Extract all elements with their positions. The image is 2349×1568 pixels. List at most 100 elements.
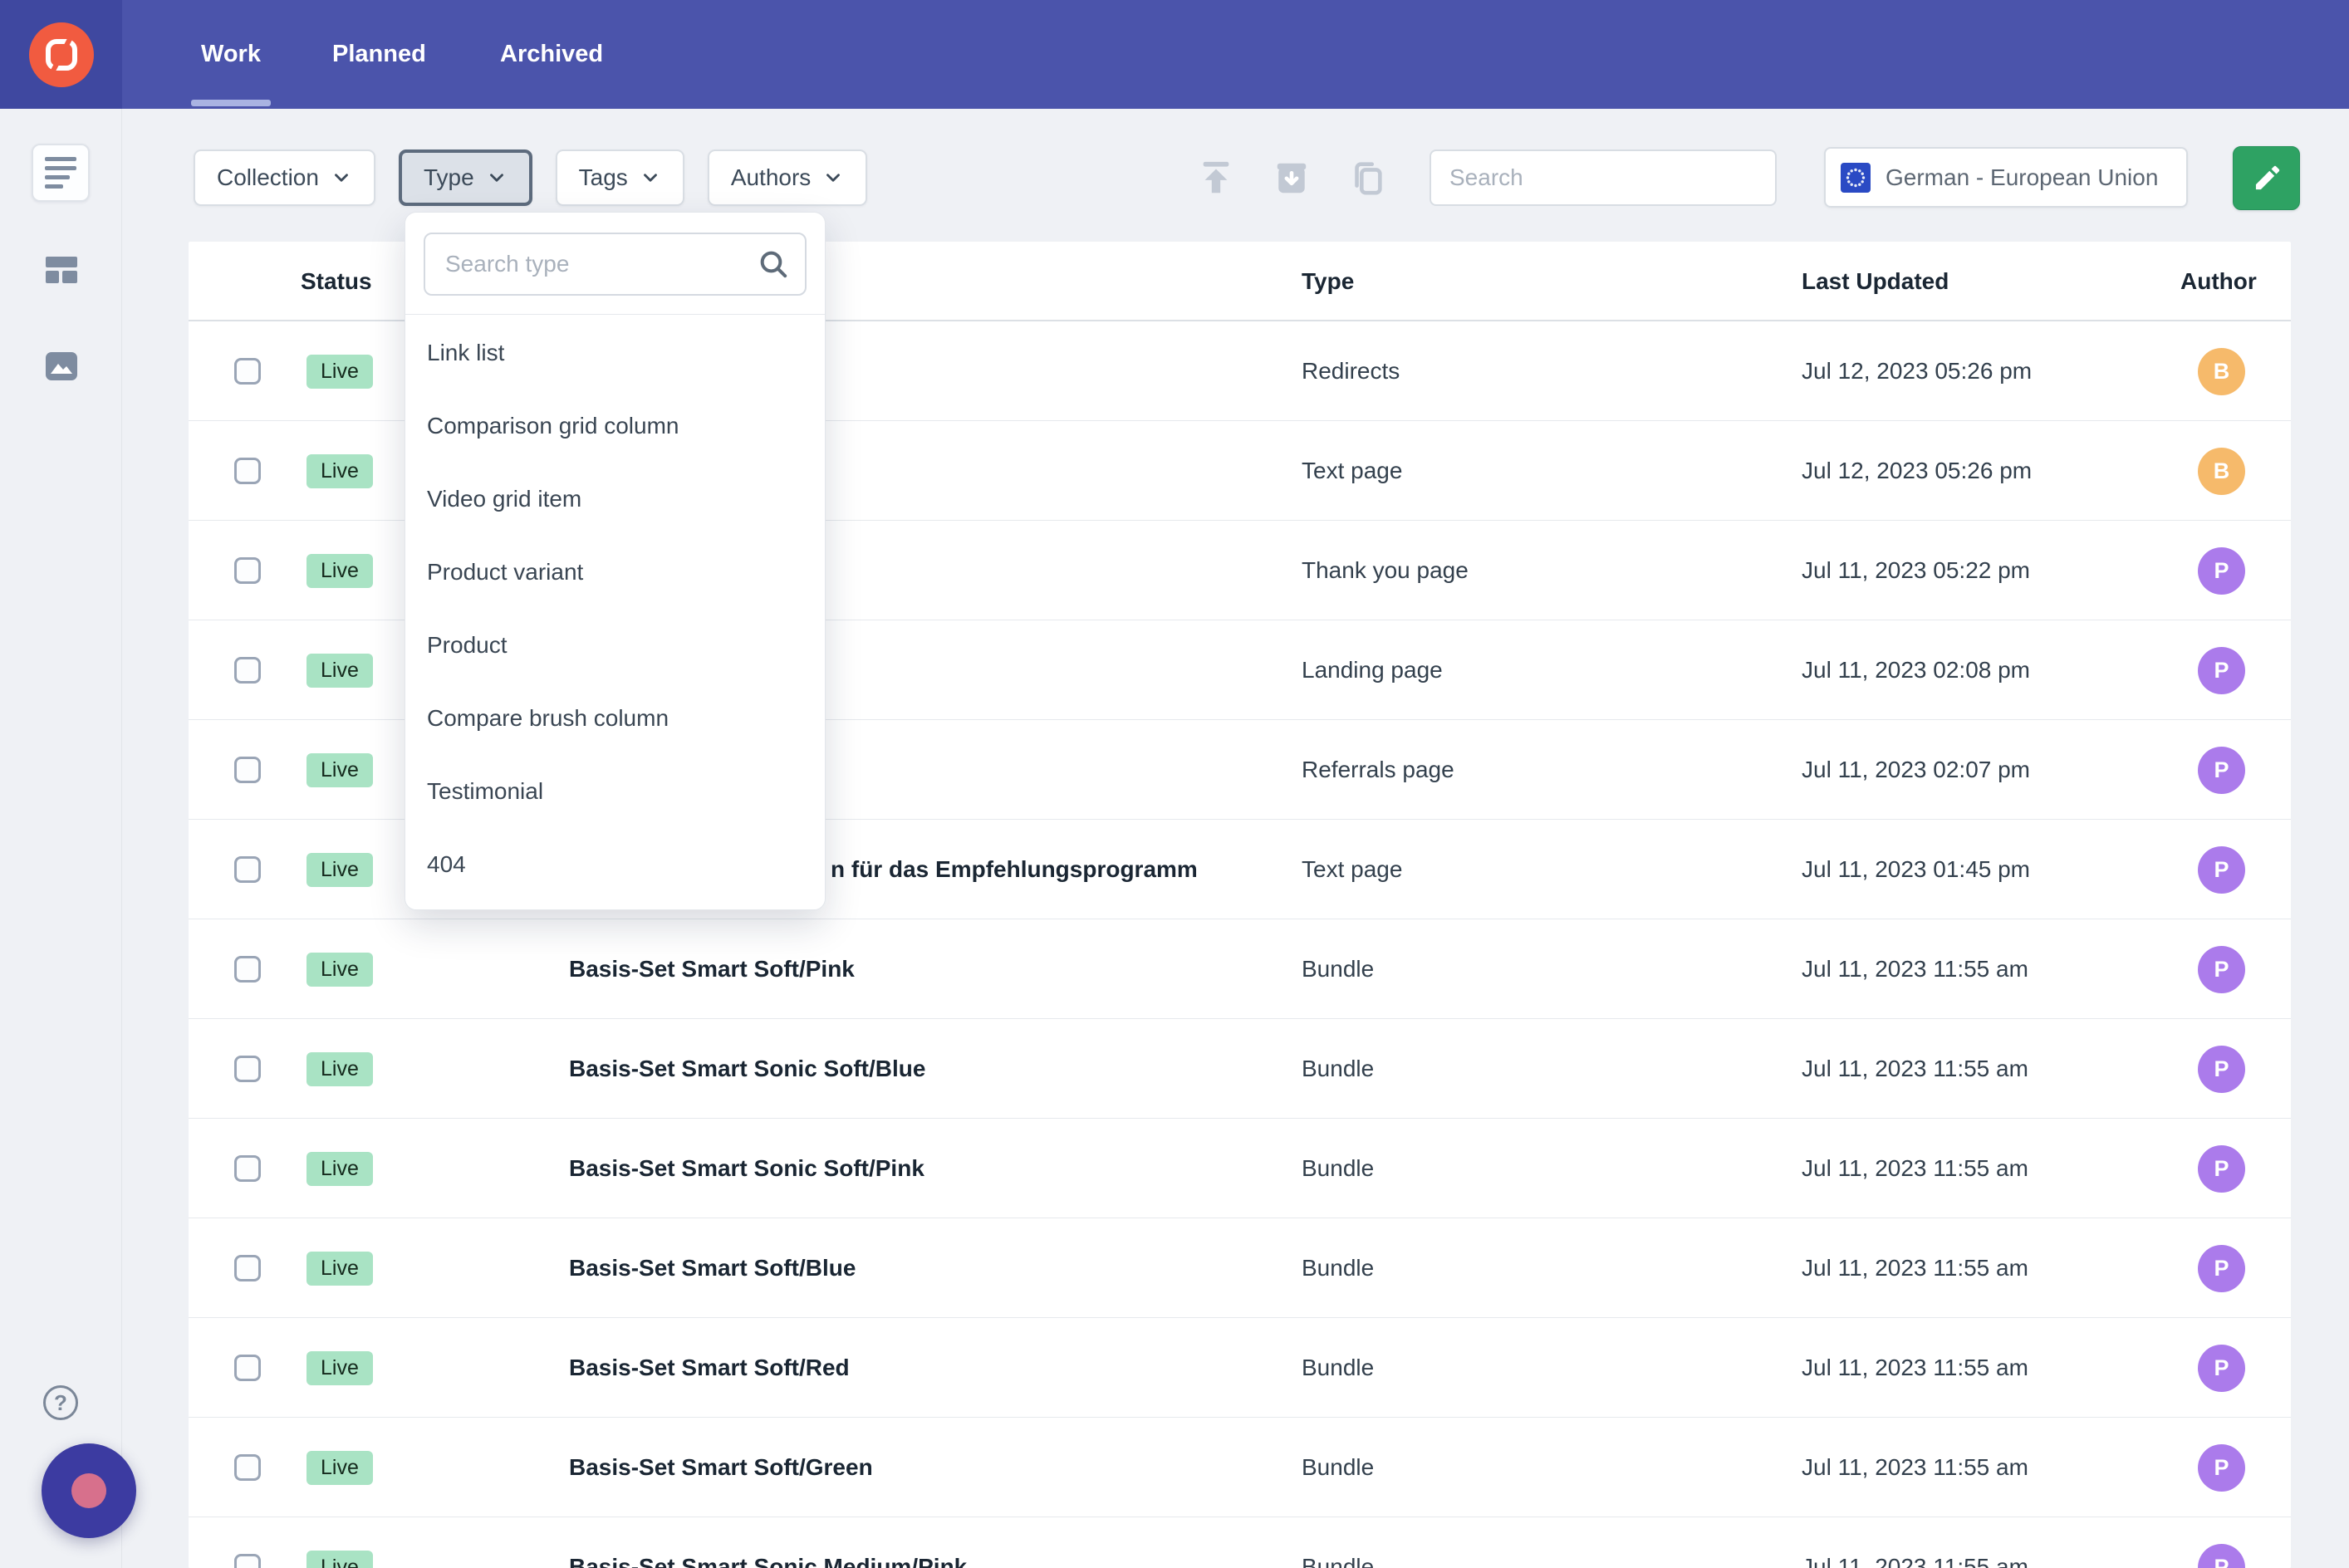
document-type: Bundle (1302, 1454, 1375, 1480)
search-input[interactable] (1430, 149, 1777, 206)
status-badge: Live (306, 354, 373, 389)
publish-button[interactable] (1197, 155, 1235, 200)
type-filter-button[interactable]: Type (398, 149, 532, 206)
document-type: Bundle (1302, 1554, 1375, 1568)
row-checkbox[interactable] (234, 757, 261, 783)
status-badge: Live (306, 1051, 373, 1086)
row-checkbox[interactable] (234, 458, 261, 484)
tags-filter-button[interactable]: Tags (555, 149, 684, 206)
last-updated-value: Jul 11, 2023 02:07 pm (1802, 757, 2031, 782)
app-logo[interactable] (29, 22, 94, 87)
author-avatar: P (2198, 1543, 2245, 1568)
author-avatar: P (2198, 546, 2245, 595)
tab-planned[interactable]: Planned (332, 0, 426, 109)
copy-icon (1355, 162, 1382, 195)
status-badge: Live (306, 1450, 373, 1485)
author-avatar: P (2198, 845, 2245, 894)
user-beacon-button[interactable] (42, 1443, 136, 1538)
chevron-down-icon (826, 174, 841, 182)
row-checkbox[interactable] (234, 856, 261, 883)
row-checkbox[interactable] (234, 657, 261, 684)
bulk-actions (1197, 155, 1424, 200)
type-option[interactable]: 404 (405, 828, 825, 901)
author-avatar: P (2198, 945, 2245, 993)
tags-filter-label: Tags (578, 164, 628, 190)
last-updated-value: Jul 11, 2023 02:08 pm (1802, 657, 2031, 683)
document-name-link[interactable]: Basis-Set Smart Sonic Soft/Pink (569, 1155, 924, 1182)
chevron-down-icon (335, 174, 348, 182)
author-avatar: P (2198, 1344, 2245, 1392)
sidebar-item-layout[interactable] (46, 255, 77, 285)
duplicate-button[interactable] (1348, 155, 1386, 200)
row-checkbox[interactable] (234, 956, 261, 982)
document-name-link[interactable]: Basis-Set Smart Soft/Blue (569, 1255, 856, 1281)
document-type: Thank you page (1302, 557, 1469, 583)
language-selector[interactable]: German - European Union (1824, 147, 2188, 208)
last-updated-value: Jul 11, 2023 11:55 am (1802, 1454, 2028, 1480)
new-document-button[interactable] (2233, 146, 2300, 210)
documents-icon (45, 157, 76, 189)
last-updated-value: Jul 12, 2023 05:26 pm (1802, 358, 2033, 384)
status-badge: Live (306, 852, 373, 887)
type-options-list: Link list Comparison grid column Video gri… (405, 315, 825, 901)
type-option[interactable]: Compare brush column (405, 682, 825, 755)
document-name-link[interactable]: Basis-Set Smart Soft/Red (569, 1355, 850, 1381)
document-type: Text page (1302, 856, 1403, 882)
filter-bar: Collection Type Tags Authors (194, 149, 868, 206)
topbar: Work Planned Archived (0, 0, 2349, 109)
authors-filter-button[interactable]: Authors (707, 149, 868, 206)
author-avatar: P (2198, 1144, 2245, 1193)
row-checkbox[interactable] (234, 1255, 261, 1281)
table-row: Live Basis-Set Smart Sonic Medium/Pink B… (189, 1517, 2291, 1568)
search-icon (760, 251, 787, 278)
status-badge: Live (306, 952, 373, 987)
authors-filter-label: Authors (730, 164, 812, 190)
status-badge: Live (306, 752, 373, 787)
row-checkbox[interactable] (234, 1554, 261, 1568)
row-checkbox[interactable] (234, 1056, 261, 1082)
author-avatar: B (2198, 347, 2245, 395)
type-search-input[interactable] (424, 233, 807, 296)
document-name-link[interactable]: Basis-Set Smart Sonic Medium/Pink (569, 1554, 967, 1568)
archive-icon (1277, 163, 1307, 194)
type-dropdown-panel: Link listComparison grid columnVideo gri… (405, 212, 826, 910)
publish-upload-icon (1203, 161, 1229, 194)
collection-filter-button[interactable]: Collection (194, 149, 375, 206)
tab-archived[interactable]: Archived (500, 0, 603, 109)
table-row: Live Basis-Set Smart Sonic Soft/Pink Bun… (189, 1119, 2291, 1218)
archive-button[interactable] (1273, 155, 1311, 200)
app-logo-icon (42, 36, 81, 74)
row-checkbox[interactable] (234, 1355, 261, 1381)
document-type: Text page (1302, 458, 1403, 483)
sidebar-item-media[interactable] (46, 351, 77, 381)
table-row: Live Basis-Set Smart Soft/Pink Bundle Ju… (189, 919, 2291, 1019)
collection-filter-label: Collection (217, 164, 319, 190)
sidebar-item-documents[interactable] (32, 144, 90, 202)
row-checkbox[interactable] (234, 557, 261, 584)
document-type: Redirects (1302, 358, 1400, 384)
document-name-link[interactable]: Basis-Set Smart Soft/Pink (569, 956, 855, 982)
table-row: Live Basis-Set Smart Soft/Green Bundle J… (189, 1418, 2291, 1517)
document-name-link[interactable]: Basis-Set Smart Soft/Green (569, 1454, 873, 1481)
type-option[interactable]: Product (405, 609, 825, 682)
document-type: Bundle (1302, 1355, 1375, 1380)
type-option[interactable]: Link list (405, 316, 825, 390)
status-badge: Live (306, 553, 373, 588)
help-button[interactable]: ? (43, 1385, 78, 1420)
type-option[interactable]: Comparison grid column (405, 390, 825, 463)
type-option[interactable]: Testimonial (405, 755, 825, 828)
eu-flag-icon (1841, 162, 1871, 193)
last-updated-value: Jul 11, 2023 05:22 pm (1802, 557, 2031, 583)
row-checkbox[interactable] (234, 1155, 261, 1182)
author-avatar: P (2198, 746, 2245, 794)
beacon-dot-icon (71, 1473, 106, 1508)
row-checkbox[interactable] (234, 358, 261, 385)
type-option[interactable]: Product variant (405, 536, 825, 609)
document-name-link[interactable]: Basis-Set Smart Sonic Soft/Blue (569, 1056, 925, 1082)
last-updated-value: Jul 11, 2023 11:55 am (1802, 1155, 2028, 1181)
layout-icon (46, 255, 77, 285)
author-column-header: Author (2180, 268, 2257, 294)
row-checkbox[interactable] (234, 1454, 261, 1481)
type-option[interactable]: Video grid item (405, 463, 825, 536)
tab-work[interactable]: Work (191, 0, 271, 109)
